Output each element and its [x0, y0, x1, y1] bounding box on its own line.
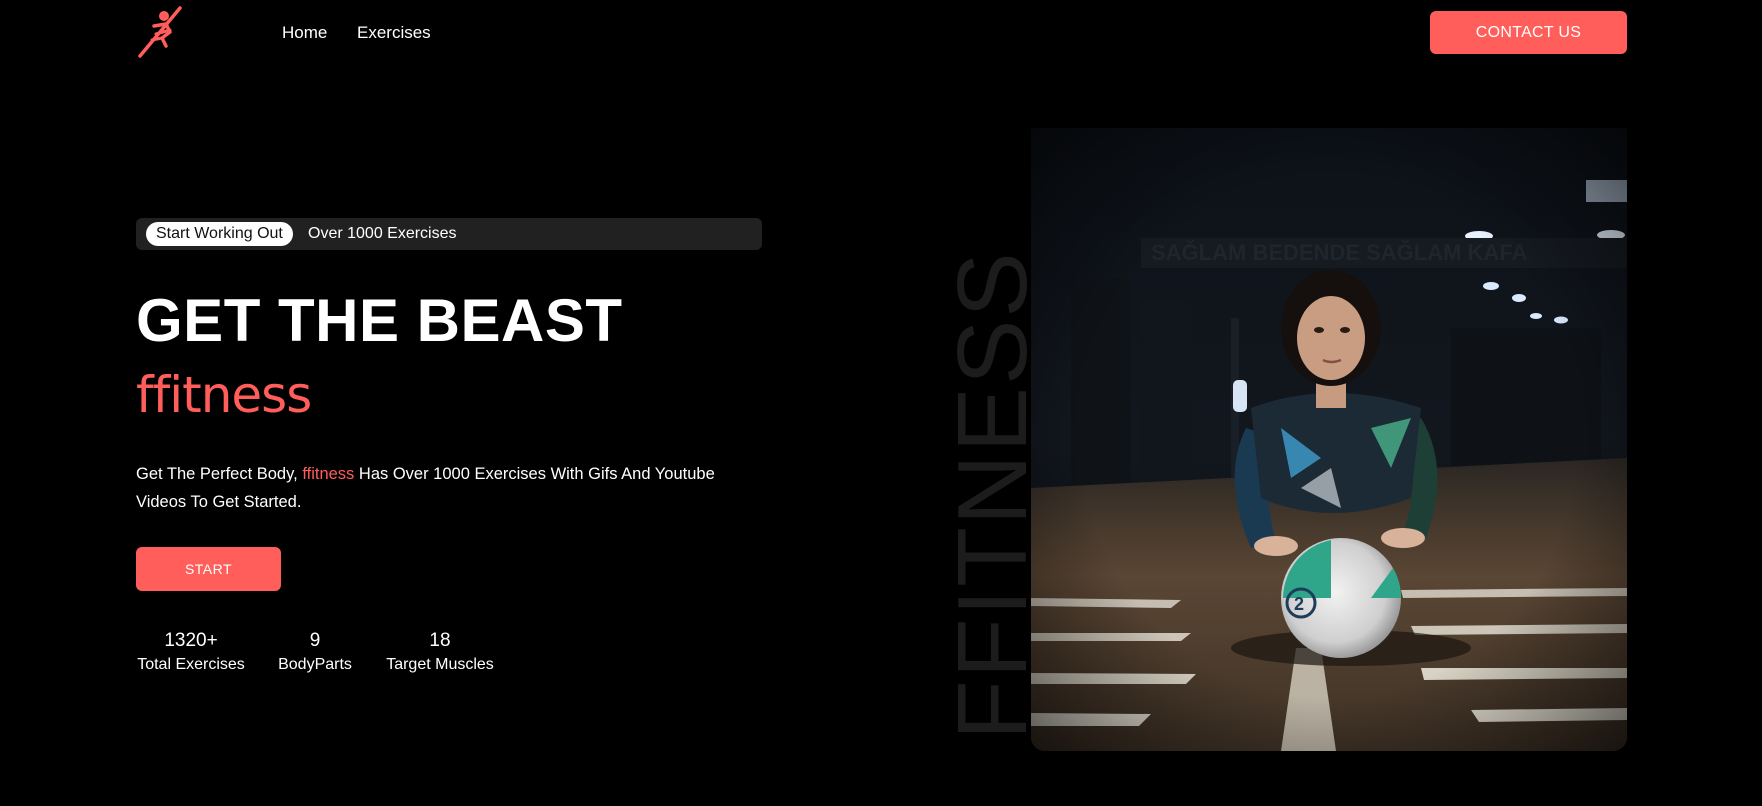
- stat-label: Total Exercises: [137, 656, 245, 673]
- hero-photo-illustration: SAĞLAM BEDENDE SAĞLAM KAFA: [1031, 128, 1627, 751]
- nav-link-home[interactable]: Home: [282, 23, 327, 43]
- tagline-bar: Start Working Out Over 1000 Exercises: [136, 218, 762, 250]
- hero-image: SAĞLAM BEDENDE SAĞLAM KAFA: [1031, 128, 1627, 751]
- stat-bodyparts: 9 BodyParts: [274, 628, 356, 676]
- vertical-fitness-word: FFITNESS: [956, 180, 1028, 740]
- start-working-out-pill[interactable]: Start Working Out: [146, 222, 293, 246]
- nav-link-exercises[interactable]: Exercises: [357, 23, 431, 43]
- contact-us-button[interactable]: CONTACT US: [1430, 11, 1627, 54]
- runner-logo-icon[interactable]: [136, 4, 186, 58]
- hero-page: Home Exercises CONTACT US Start Working …: [0, 0, 1762, 806]
- tagline-text: Over 1000 Exercises: [308, 225, 457, 242]
- stat-label: Target Muscles: [386, 656, 494, 673]
- stat-value: 1320+: [164, 630, 218, 651]
- stat-label: BodyParts: [278, 656, 352, 673]
- vertical-word-text: FFITNESS: [956, 250, 1028, 740]
- start-button[interactable]: START: [136, 547, 281, 591]
- hero-title: GET THE BEAST: [136, 287, 623, 354]
- stat-value: 18: [429, 630, 451, 651]
- description-brand: ffitness: [302, 465, 355, 483]
- stat-value: 9: [309, 630, 321, 651]
- hero-brand: ffitness: [136, 366, 312, 424]
- description-before: Get The Perfect Body,: [136, 465, 298, 483]
- stat-target-muscles: 18 Target Muscles: [381, 628, 499, 676]
- stat-total-exercises: 1320+ Total Exercises: [136, 628, 246, 676]
- hero-description: Get The Perfect Body, ffitness Has Over …: [136, 460, 736, 516]
